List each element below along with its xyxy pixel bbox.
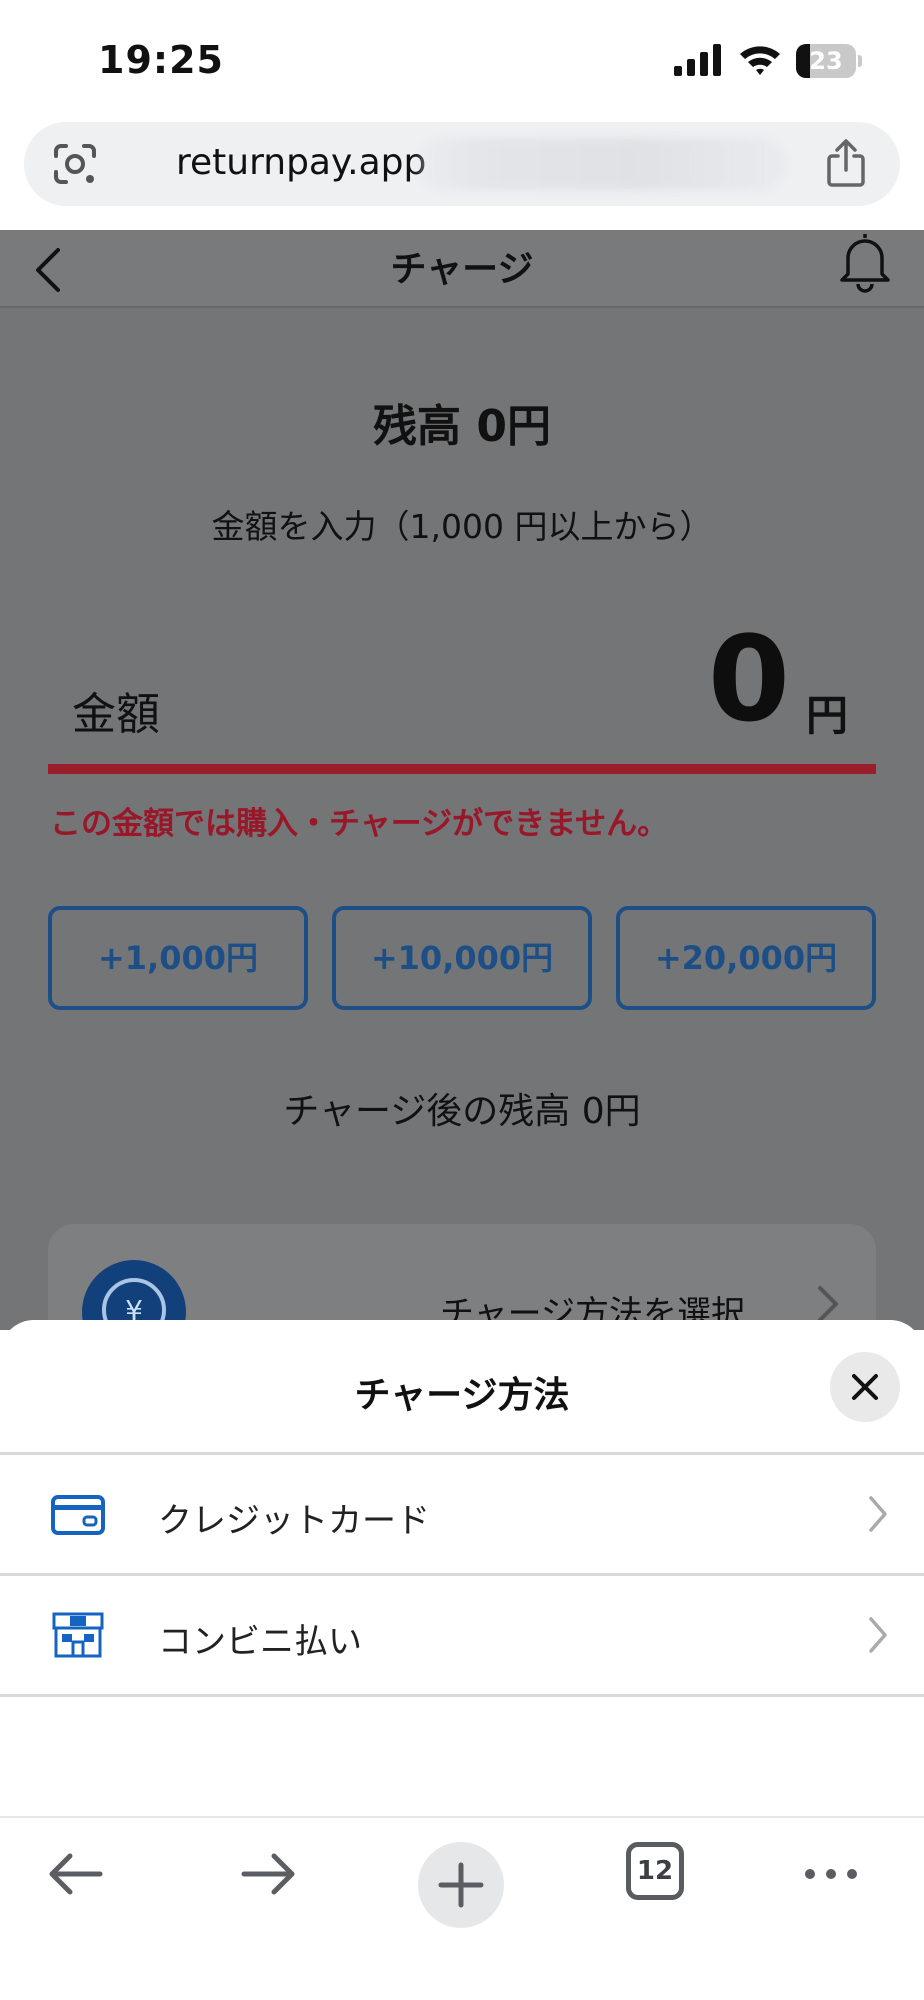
url-redacted-area [416,138,786,190]
option-label: クレジットカード [158,1501,430,1541]
tab-switcher-button[interactable]: 12 [626,1842,684,1900]
current-balance: 残高 0円 [373,401,551,452]
battery-icon: 23 [796,44,862,78]
option-label: コンビニ払い [158,1622,362,1662]
option-credit-card[interactable]: クレジットカード [0,1455,924,1573]
add-20000-button[interactable]: +20,000円 [616,906,876,1010]
battery-level: 23 [809,47,843,75]
balance-after-charge: チャージ後の残高 0円 [283,1091,641,1132]
google-lens-icon[interactable] [52,142,98,186]
share-icon[interactable] [824,138,868,188]
credit-card-icon [51,1495,105,1535]
add-10000-button[interactable]: +10,000円 [332,906,592,1010]
sheet-title: チャージ方法 [354,1375,570,1416]
amount-hint: 金額を入力（1,000 円以上から） [211,507,713,546]
plus-icon [438,1862,484,1908]
close-icon [852,1374,878,1400]
browser-toolbar: 12 [0,1816,924,2000]
option-convenience-store[interactable]: コンビニ払い [0,1576,924,1694]
status-bar: 19:25 23 [0,0,924,118]
more-options-icon[interactable] [802,1866,860,1882]
chevron-right-icon [818,1286,838,1322]
charge-method-sheet: チャージ方法 クレジットカード コンビニ払い [0,1320,924,1816]
amount-label: 金額 [72,689,160,740]
amount-error-message: この金額では購入・チャージができません。 [50,806,669,842]
back-arrow-icon[interactable] [46,1850,104,1898]
page-title: チャージ [390,249,534,290]
wifi-icon [740,46,780,75]
amount-unit: 円 [806,691,849,740]
url-text[interactable]: returnpay.app [176,142,426,183]
add-1000-button[interactable]: +1,000円 [48,906,308,1010]
cellular-signal-icon [674,44,721,76]
forward-arrow-icon[interactable] [240,1850,298,1898]
chevron-right-icon [869,1496,887,1532]
new-tab-button[interactable] [418,1842,504,1928]
convenience-store-icon [52,1612,104,1658]
divider [0,1694,924,1697]
status-time: 19:25 [98,38,224,82]
amount-input[interactable]: 0 [700,610,790,748]
address-bar[interactable]: returnpay.app [24,122,900,206]
page-header: チャージ [0,230,924,308]
chevron-right-icon [869,1617,887,1653]
notification-bell-icon[interactable] [836,230,894,294]
close-button[interactable] [830,1352,900,1422]
charge-page: チャージ 残高 0円 金額を入力（1,000 円以上から） 金額 0 円 この金… [0,230,924,1424]
amount-underline-error [48,764,876,774]
